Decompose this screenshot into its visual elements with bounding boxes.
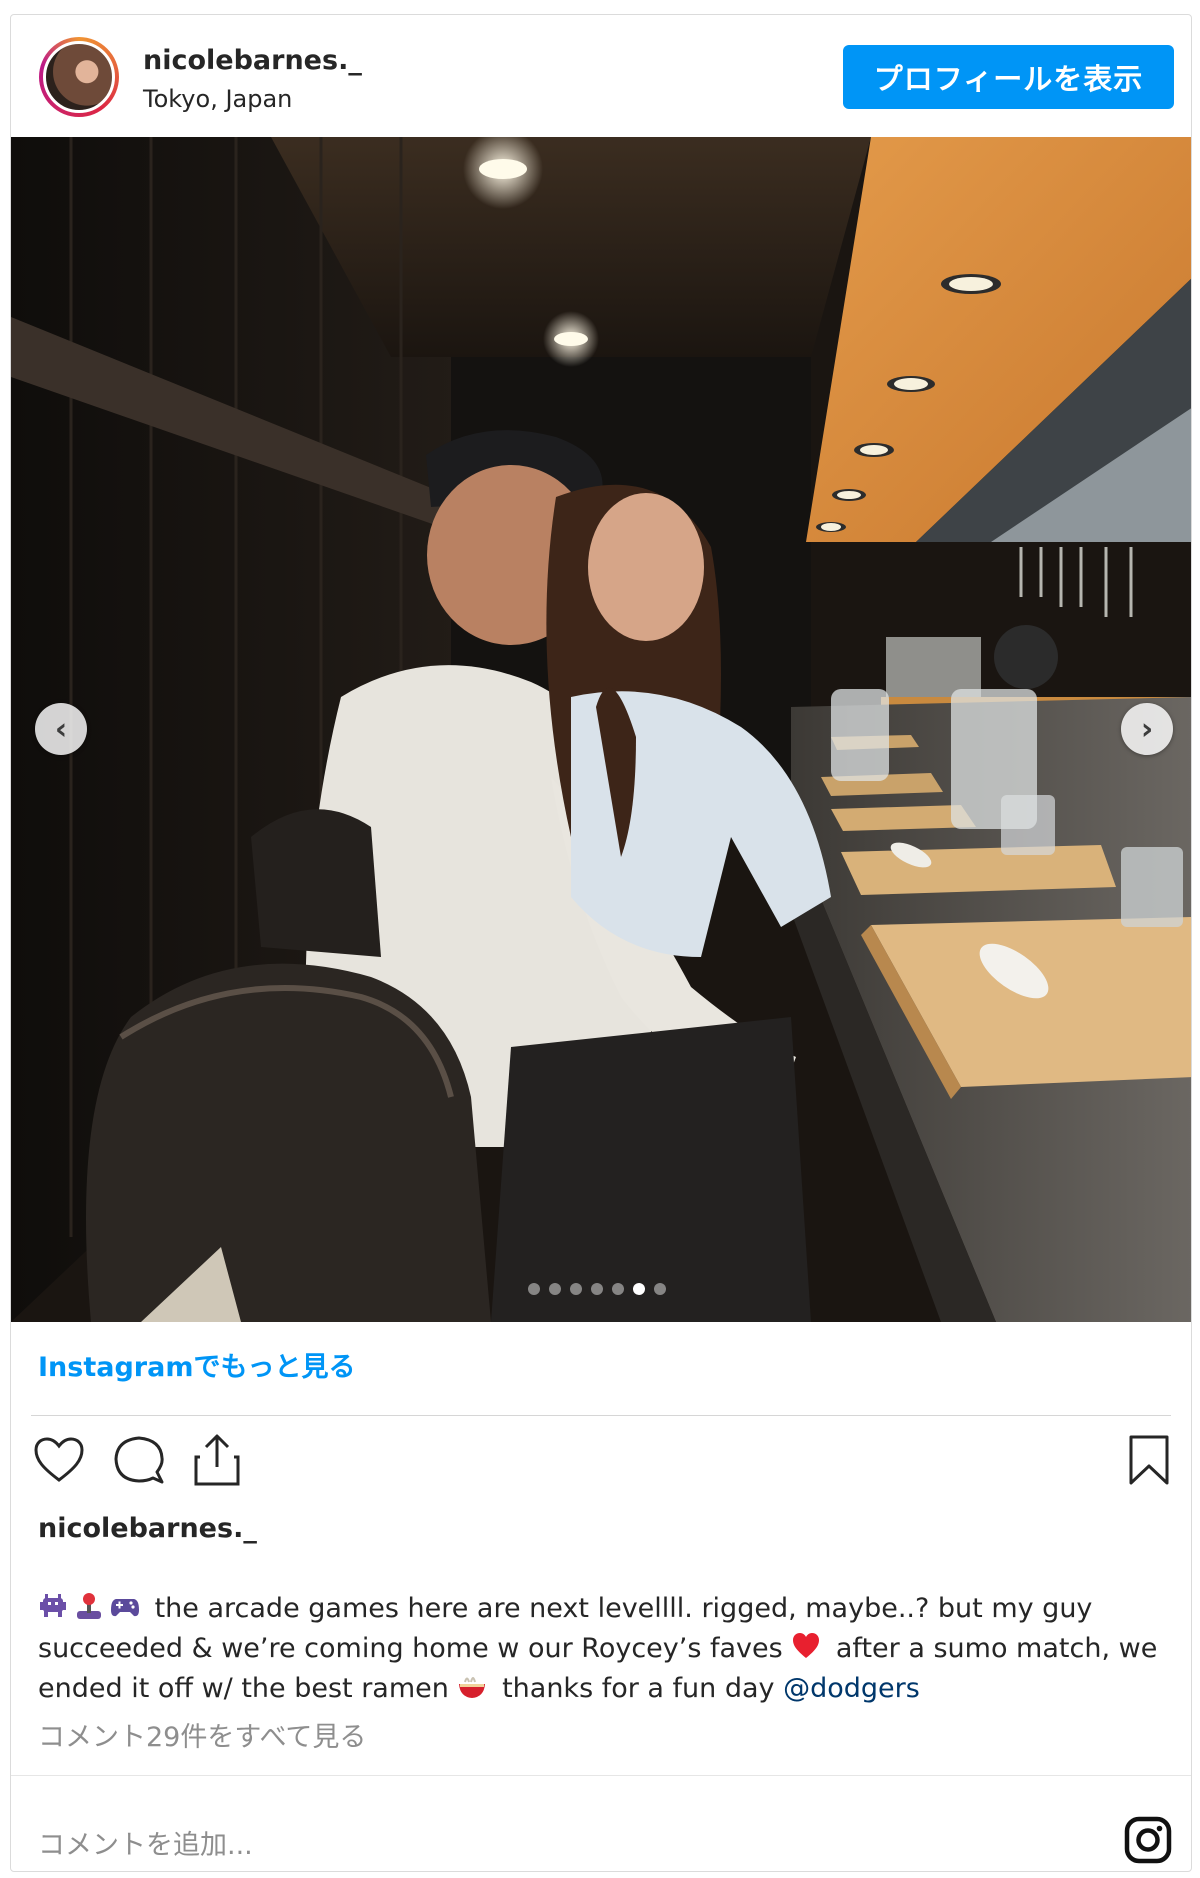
caption-text: the arcade games here are next levellll.… xyxy=(38,1589,1168,1709)
instagram-embed-card: nicolebarnes._ Tokyo, Japan プロフィールを表示 ‹ … xyxy=(10,14,1192,1872)
view-more-on-instagram-link[interactable]: Instagramでもっと見る xyxy=(38,1345,355,1384)
carousel-dot xyxy=(654,1283,666,1295)
avatar-image xyxy=(43,41,115,113)
game-controller-icon xyxy=(111,1599,139,1617)
like-button[interactable] xyxy=(29,1430,89,1490)
carousel-dot xyxy=(570,1283,582,1295)
location-link[interactable]: Tokyo, Japan xyxy=(143,85,292,113)
carousel-dot xyxy=(591,1283,603,1295)
red-heart-icon xyxy=(793,1633,820,1658)
divider xyxy=(31,1415,1171,1416)
carousel-dot xyxy=(612,1283,624,1295)
noodle-bowl-icon xyxy=(459,1677,486,1698)
carousel-dot xyxy=(528,1283,540,1295)
carousel-dot-active xyxy=(633,1283,645,1295)
share-button[interactable] xyxy=(187,1430,247,1490)
joystick-icon xyxy=(77,1593,101,1619)
username-link[interactable]: nicolebarnes._ xyxy=(143,45,362,76)
view-profile-button[interactable]: プロフィールを表示 xyxy=(843,45,1174,109)
caption-username[interactable]: nicolebarnes._ xyxy=(38,1513,257,1544)
alien-monster-icon xyxy=(40,1594,66,1617)
bookmark-icon xyxy=(1129,1435,1169,1485)
carousel-prev-button[interactable]: ‹ xyxy=(35,703,87,755)
save-button[interactable] xyxy=(1119,1430,1179,1490)
chevron-right-icon: › xyxy=(1140,711,1154,747)
carousel-dot xyxy=(549,1283,561,1295)
share-icon xyxy=(194,1434,240,1486)
post-photo[interactable]: ‹ › xyxy=(11,137,1191,1322)
comment-icon xyxy=(114,1436,164,1484)
ramen-shop-photo xyxy=(11,137,1191,1322)
instagram-logo-icon[interactable] xyxy=(1123,1815,1173,1865)
view-all-comments-link[interactable]: コメント29件をすべて見る xyxy=(38,1715,366,1754)
divider xyxy=(11,1775,1191,1776)
chevron-left-icon: ‹ xyxy=(54,711,68,747)
comment-button[interactable] xyxy=(109,1430,169,1490)
caption-part-3: thanks for a fun day xyxy=(502,1673,775,1704)
post-header: nicolebarnes._ Tokyo, Japan プロフィールを表示 xyxy=(11,15,1191,137)
heart-icon xyxy=(34,1437,84,1482)
mention-link[interactable]: @dodgers xyxy=(783,1673,920,1704)
action-bar xyxy=(29,1430,1179,1500)
add-comment-input[interactable]: コメントを追加... xyxy=(38,1823,253,1862)
avatar[interactable] xyxy=(39,37,119,117)
carousel-next-button[interactable]: › xyxy=(1121,703,1173,755)
carousel-indicator xyxy=(528,1283,666,1295)
